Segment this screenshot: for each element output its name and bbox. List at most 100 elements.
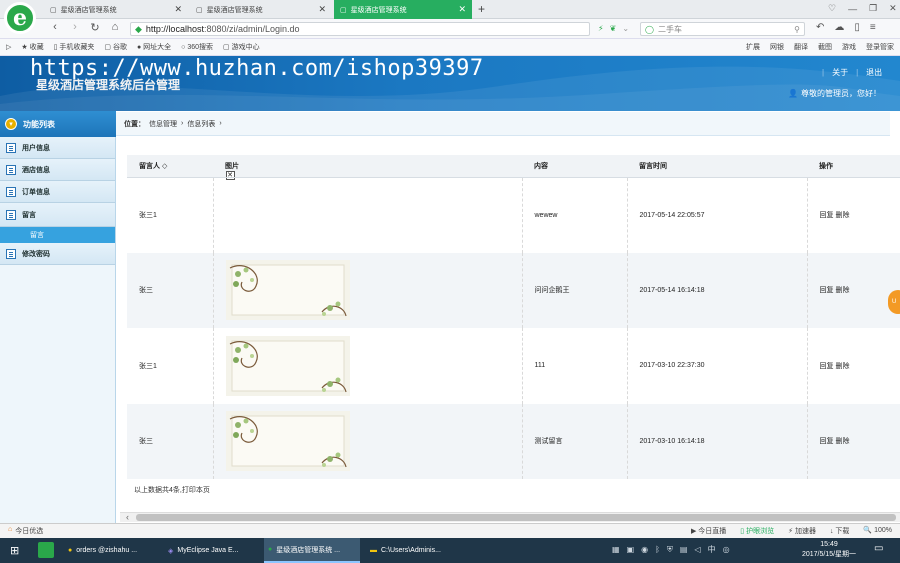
tool-games[interactable]: 游戏 [842, 42, 856, 52]
ime-indicator[interactable]: 中 [708, 544, 716, 555]
restore-icon[interactable]: ❐ [869, 3, 877, 14]
browser-tab[interactable]: ▢ 星级酒店管理系统 ✕ [44, 0, 188, 19]
cell-actions: 回复 删除 [807, 403, 900, 479]
sidebar-item-users[interactable]: 用户信息 [0, 137, 115, 159]
shield-icon[interactable]: ⛨ [667, 545, 673, 555]
sidebar-item-orders[interactable]: 订单信息 [0, 181, 115, 203]
tray-icon[interactable]: ▣ [627, 545, 635, 554]
taskbar-app-explorer[interactable]: ▬ C:\Users\Adminis... [366, 538, 462, 563]
bookmark-google[interactable]: ▢ 谷歌 [104, 42, 127, 52]
cell-user: 张三 [127, 403, 214, 479]
scrollbar-thumb[interactable] [136, 514, 896, 521]
zoom-level[interactable]: 🔍 100% [863, 526, 892, 536]
logout-link[interactable]: 退出 [866, 67, 882, 78]
table-header-row: 留言人 ◇ 图片 内容 留言时间 操作 [127, 155, 900, 178]
about-link[interactable]: 关于 [832, 67, 848, 78]
sidebar-subitem-messages[interactable]: 留言 [0, 227, 115, 243]
delete-link[interactable]: 删除 [835, 438, 849, 445]
tray-icon[interactable]: ◉ [641, 545, 648, 554]
accelerator-button[interactable]: ⚡ 加速器 [788, 526, 816, 536]
tool-screenshot[interactable]: 截图 [818, 42, 832, 52]
close-window-icon[interactable]: ✕ [889, 3, 897, 14]
sidebar-item-password[interactable]: 修改密码 [0, 243, 115, 265]
reply-link[interactable]: 回复 [820, 363, 834, 370]
delete-link[interactable]: 删除 [835, 287, 849, 294]
tool-login-manager[interactable]: 登录管家 [866, 42, 894, 52]
calendar-app-icon[interactable] [38, 542, 54, 558]
taskbar-app-browser[interactable]: ● 星级酒店管理系统 ... [264, 538, 360, 563]
taskbar-app-myeclipse[interactable]: ◈ MyEclipse Java E... [164, 538, 260, 563]
browser-tab[interactable]: ▢ 星级酒店管理系统 ✕ [190, 0, 332, 19]
tray-icon[interactable]: ◎ [723, 545, 730, 554]
dropdown-icon[interactable]: ⌄ [622, 24, 629, 33]
close-tab-icon[interactable]: ✕ [318, 4, 326, 15]
today-picks[interactable]: ⌂ 今日优选 [0, 526, 43, 536]
column-header-user[interactable]: 留言人 ◇ [127, 155, 213, 178]
menu-icon[interactable]: ≡ [870, 22, 876, 33]
browser-logo-icon: e [4, 2, 36, 34]
skin-icon[interactable]: ♡ [828, 3, 836, 14]
minimize-icon[interactable]: — [848, 4, 857, 14]
tray-icon[interactable]: ▦ [612, 545, 620, 554]
floating-helper-button[interactable]: U [888, 290, 900, 314]
network-icon[interactable]: ▤ [680, 545, 688, 554]
search-icon[interactable]: ⚲ [794, 25, 804, 34]
reload-icon[interactable]: ↻ [88, 21, 102, 37]
notification-icon[interactable]: ▭ [874, 543, 883, 554]
bookmark-mobile[interactable]: ▯ 手机收藏夹 [54, 42, 95, 52]
windows-start-icon[interactable]: ⊞ [10, 544, 19, 557]
tool-extensions[interactable]: 扩展 [746, 42, 760, 52]
window-controls: ♡ — ❐ ✕ [828, 3, 897, 14]
taskbar-app-navicat[interactable]: ● orders @zishahu ... [64, 538, 160, 563]
undo-icon[interactable]: ↶ [816, 22, 824, 33]
forward-icon[interactable]: › [68, 21, 82, 37]
bookmark-favorites[interactable]: ★ 收藏 [21, 42, 43, 52]
scroll-left-icon[interactable]: ‹ [126, 512, 129, 522]
column-header-image: 图片 [213, 155, 522, 178]
cloud-icon[interactable]: ☁ [834, 22, 844, 33]
bookmark-games[interactable]: ▢ 游戏中心 [223, 42, 260, 52]
close-tab-icon[interactable]: ✕ [174, 4, 182, 15]
url-bar[interactable]: ◆ http://localhost:8080/zi/admin/Login.d… [130, 22, 590, 36]
search-box[interactable]: ◯ 二手车 ⚲ [640, 22, 805, 36]
url-path: :8080/zi/admin/Login.do [203, 24, 300, 34]
document-icon [6, 209, 16, 220]
breadcrumb-item[interactable]: 信息管理 [149, 119, 177, 129]
cell-image [213, 252, 523, 328]
live-button[interactable]: ▶ 今日直播 [691, 526, 726, 536]
breadcrumb-item[interactable]: 信息列表 [187, 119, 215, 129]
leaf-icon[interactable]: ❦ [610, 24, 617, 33]
cell-content: 问问企鹅王 [522, 252, 628, 328]
download-button[interactable]: ↓ 下载 [830, 526, 849, 536]
sidebar-toggle-icon[interactable]: ▷ [6, 43, 11, 51]
tool-translate[interactable]: 翻译 [794, 42, 808, 52]
table-row: 张三1 111 2017-03-10 22:37:30 回复 删除 [127, 328, 900, 404]
lightning-icon[interactable]: ⚡ [598, 24, 604, 33]
back-icon[interactable]: ‹ [48, 21, 62, 37]
cell-content: 测试留言 [522, 403, 628, 479]
tool-bank[interactable]: 网银 [770, 42, 784, 52]
reply-link[interactable]: 回复 [820, 438, 834, 445]
phone-icon[interactable]: ▯ [854, 22, 860, 33]
bluetooth-icon[interactable]: ᛒ [655, 545, 660, 554]
reply-link[interactable]: 回复 [820, 212, 834, 219]
cell-time: 2017-05-14 16:14:18 [627, 252, 808, 328]
delete-link[interactable]: 删除 [835, 363, 849, 370]
reply-link[interactable]: 回复 [820, 287, 834, 294]
cell-actions: 回复 删除 [807, 177, 900, 253]
sort-icon[interactable]: ◇ [162, 163, 167, 170]
browser-tab-active[interactable]: ▢ 星级酒店管理系统 ✕ [334, 0, 472, 19]
table-footnote[interactable]: 以上数据共4条,打印本页 [134, 485, 210, 495]
sidebar-item-hotels[interactable]: 酒店信息 [0, 159, 115, 181]
taskbar-clock[interactable]: 15:49 2017/5/15/星期一 [796, 540, 862, 560]
eye-care-button[interactable]: ▯ 护眼浏览 [740, 526, 774, 536]
close-tab-icon[interactable]: ✕ [458, 4, 466, 15]
document-icon [6, 248, 16, 259]
bookmark-nav[interactable]: ● 网址大全 [137, 42, 171, 52]
sidebar-item-messages[interactable]: 留言 [0, 203, 115, 227]
delete-link[interactable]: 删除 [835, 212, 849, 219]
volume-icon[interactable]: ◁ [694, 545, 700, 554]
bookmark-360[interactable]: ○ 360搜索 [181, 42, 213, 52]
home-icon[interactable]: ⌂ [108, 21, 122, 37]
new-tab-button[interactable]: + [478, 2, 485, 16]
